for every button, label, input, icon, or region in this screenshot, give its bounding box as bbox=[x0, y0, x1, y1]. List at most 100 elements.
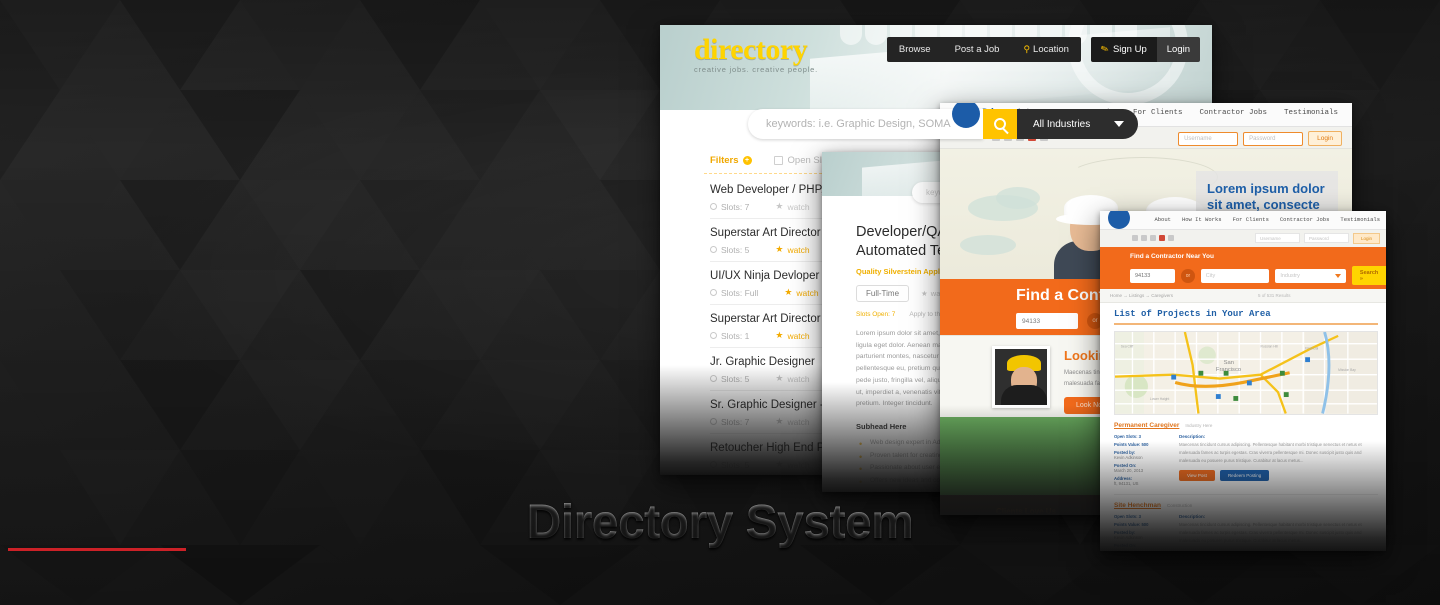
job-item-slots: Slots: 5 bbox=[710, 374, 749, 384]
listing-field-key: Points Value: 500 bbox=[1114, 442, 1149, 447]
job-item-slots: Slots: Full bbox=[710, 288, 758, 298]
listing-title[interactable]: Permanent Caregiver bbox=[1114, 422, 1179, 429]
job-item-watch[interactable]: ★ watch bbox=[775, 373, 809, 384]
nav-item-contractor-jobs[interactable]: Contractor Jobs bbox=[1280, 216, 1330, 223]
mail-icon[interactable] bbox=[1150, 235, 1156, 241]
breadcrumb-bar: Home → Listings → Caregivers 5 of 531 Re… bbox=[1100, 289, 1386, 303]
chevron-down-icon bbox=[1334, 273, 1341, 278]
zip-input[interactable]: 94133 bbox=[1016, 313, 1078, 329]
slot-circle-icon bbox=[710, 375, 717, 382]
star-icon: ★ bbox=[775, 459, 784, 469]
svg-text:Mission Bay: Mission Bay bbox=[1338, 368, 1356, 372]
login-button[interactable]: Login bbox=[1352, 233, 1380, 244]
job-board-hero: directory creative jobs. creative people… bbox=[660, 25, 1212, 110]
find-form: 94133 or City Industry Search » bbox=[1130, 266, 1386, 285]
project-list-item[interactable]: Permanent Caregiver Industry Here Open Slo… bbox=[1114, 422, 1378, 495]
login-form: Username Password Login bbox=[1178, 131, 1342, 146]
industry-label: All Industries bbox=[1033, 118, 1091, 130]
page-title: Directory System bbox=[526, 496, 914, 549]
job-item-watch[interactable]: ★ watch bbox=[775, 416, 809, 427]
login-form: Username Password Login bbox=[1254, 233, 1380, 244]
nav-item-contractor-jobs[interactable]: Contractor Jobs bbox=[1199, 109, 1267, 117]
view-post-button[interactable]: View Post bbox=[1179, 469, 1215, 481]
nav-item-for-clients[interactable]: For Clients bbox=[1233, 216, 1269, 223]
search-button[interactable]: Search » bbox=[1351, 266, 1386, 285]
nav-location-label: Location bbox=[1033, 44, 1069, 55]
star-icon: ★ bbox=[784, 287, 793, 297]
listing-field-value: ft, 94131, US bbox=[1114, 481, 1139, 486]
title-underline bbox=[8, 548, 186, 551]
zip-input[interactable]: 94133 bbox=[1130, 268, 1176, 283]
username-field[interactable]: Username bbox=[1254, 233, 1300, 243]
slot-circle-icon bbox=[710, 461, 717, 468]
industry-select[interactable]: All Industries bbox=[1017, 109, 1139, 139]
facebook-icon[interactable] bbox=[1132, 235, 1138, 241]
job-item-watch[interactable]: ★ watch bbox=[784, 287, 818, 298]
listing-meta: Open Slots: 3 Points Value: 500 Posted by:… bbox=[1114, 422, 1172, 489]
svg-text:Sea Cliff: Sea Cliff bbox=[1121, 345, 1133, 349]
password-field[interactable]: Password bbox=[1303, 233, 1349, 243]
nav-item-how-it-works[interactable]: How It Works bbox=[1182, 216, 1222, 223]
filters-text: Filters bbox=[710, 155, 739, 166]
city-input[interactable]: City bbox=[1200, 268, 1270, 283]
listing-description: Maecenas tincidunt cursus adipiscing. Pe… bbox=[1179, 442, 1362, 463]
plus-icon: + bbox=[742, 156, 752, 165]
heading-underline bbox=[1114, 323, 1378, 325]
job-item-slots: Slots: 7 bbox=[710, 202, 749, 212]
keywords-input[interactable]: keywords: i.e. Graphic Design, SOMA bbox=[748, 109, 983, 139]
slots-open: Slots Open: 7 bbox=[856, 311, 896, 319]
svg-text:Russian Hill: Russian Hill bbox=[1261, 345, 1279, 349]
find-label: Find a Contractor Near You bbox=[1130, 253, 1214, 260]
login-button[interactable]: Login bbox=[1308, 131, 1342, 146]
or-divider: or bbox=[1181, 268, 1195, 283]
twitter-icon[interactable] bbox=[1141, 235, 1147, 241]
youtube-icon[interactable] bbox=[1159, 235, 1165, 241]
nav-browse[interactable]: Browse bbox=[887, 37, 943, 62]
nav-item-for-clients[interactable]: For Clients bbox=[1133, 109, 1183, 117]
rss-icon[interactable] bbox=[1168, 235, 1174, 241]
signup-button[interactable]: ✎ Sign Up bbox=[1090, 37, 1157, 62]
worker-phone-photo bbox=[992, 346, 1050, 408]
star-icon: ★ bbox=[775, 330, 784, 340]
nav-item-testimonials[interactable]: Testimonials bbox=[1340, 216, 1380, 223]
listings-nav: About How It Works For Clients Contractor J… bbox=[1154, 216, 1380, 223]
nav-item-testimonials[interactable]: Testimonials bbox=[1284, 109, 1338, 117]
logo-wordmark: directory bbox=[694, 33, 808, 66]
password-field[interactable]: Password bbox=[1243, 131, 1304, 146]
job-board-nav: Browse Post a Job ⚲ Location ✎ Sign Up Log… bbox=[886, 37, 1200, 62]
brand-circle-logo[interactable] bbox=[1108, 211, 1130, 229]
slot-circle-icon bbox=[710, 289, 717, 296]
listings-subbar: Username Password Login bbox=[1100, 230, 1386, 247]
area-map[interactable]: San Francisco Sea Cliff Lower Haight Rus… bbox=[1114, 331, 1378, 415]
filters-label[interactable]: Filters + bbox=[710, 155, 752, 166]
results-count: 5 of 531 Results bbox=[1258, 293, 1291, 298]
auth-buttons: ✎ Sign Up Login bbox=[1090, 37, 1200, 62]
username-field[interactable]: Username bbox=[1178, 131, 1239, 146]
job-item-watch[interactable]: ★ watch bbox=[775, 201, 809, 212]
login-button[interactable]: Login bbox=[1156, 37, 1200, 62]
job-item-watch[interactable]: ★ watch bbox=[775, 244, 809, 255]
search-icon bbox=[994, 118, 1006, 130]
nav-item-about[interactable]: About bbox=[1154, 216, 1171, 223]
job-item-slots: Slots: 7 bbox=[710, 417, 749, 427]
logo-tagline: creative jobs. creative people. bbox=[694, 65, 819, 74]
slot-circle-icon bbox=[710, 332, 717, 339]
breadcrumb[interactable]: Home → Listings → Caregivers bbox=[1110, 293, 1173, 298]
star-icon: ★ bbox=[775, 373, 784, 383]
search-button[interactable] bbox=[983, 109, 1017, 139]
listing-field-value: March 20, 2013 bbox=[1114, 468, 1144, 473]
star-icon: ★ bbox=[921, 289, 928, 299]
nav-links: Browse Post a Job ⚲ Location bbox=[886, 37, 1081, 62]
redeem-posting-button[interactable]: Redeem Posting bbox=[1219, 469, 1270, 481]
job-item-watch[interactable]: ★ watch bbox=[775, 330, 809, 341]
nav-location[interactable]: ⚲ Location bbox=[1011, 37, 1081, 62]
listing-field-value: Kevin Adkinson bbox=[1114, 455, 1143, 460]
directory-logo[interactable]: directory creative jobs. creative people… bbox=[694, 33, 818, 74]
description-label: Description: bbox=[1179, 434, 1206, 439]
industry-select[interactable]: Industry bbox=[1275, 268, 1346, 283]
slot-circle-icon bbox=[710, 246, 717, 253]
listing-industry: Industry Here bbox=[1185, 423, 1213, 428]
job-item-watch[interactable]: ★ watch bbox=[775, 459, 809, 470]
star-icon: ★ bbox=[775, 244, 784, 254]
nav-post-a-job[interactable]: Post a Job bbox=[943, 37, 1012, 62]
